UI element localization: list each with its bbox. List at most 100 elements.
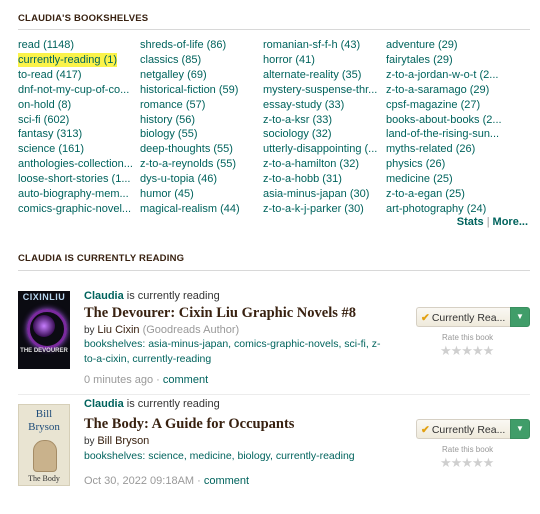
shelf-link[interactable]: deep-thoughts (55)	[140, 142, 233, 156]
timestamp[interactable]: Oct 30, 2022 09:18AM	[84, 475, 194, 487]
shelf-link[interactable]: alternate-reality (35)	[263, 68, 361, 82]
rate-label-1: Rate this book	[442, 333, 494, 342]
by-label: by	[84, 436, 98, 447]
shelf-link[interactable]: horror (41)	[263, 53, 315, 67]
meta-dot: ·	[194, 475, 204, 487]
shelf-link[interactable]: z-to-a-egan (25)	[386, 187, 465, 201]
dropdown-arrow-icon[interactable]: ▼	[510, 307, 530, 327]
currently-reading-rule	[18, 270, 530, 271]
shelf-link[interactable]: on-hold (8)	[18, 98, 71, 112]
bookshelves-2: bookshelves: science, medicine, biology,…	[84, 449, 384, 464]
status-line-1: Claudia is currently reading	[84, 290, 220, 302]
shelf-link[interactable]: anthologies-collection...	[18, 157, 133, 171]
shelf-link[interactable]: comics-graphic-novel...	[18, 202, 131, 216]
shelf-link[interactable]: sociology (32)	[263, 127, 331, 141]
rate-label-2: Rate this book	[442, 445, 494, 454]
book-cover-the-body[interactable]: Bill Bryson The Body	[18, 404, 70, 486]
bookshelves-label: bookshelves:	[84, 338, 149, 350]
shelf-link[interactable]: z-to-a-ksr (33)	[263, 113, 332, 127]
author-link[interactable]: Liu Cixin	[97, 324, 139, 336]
shelf-link[interactable]: z-to-a-jordan-w-o-t (2...	[386, 68, 498, 82]
shelf-link[interactable]: romanian-sf-f-h (43)	[263, 38, 360, 52]
book-cover-devourer[interactable]: CIXINLIU THE DEVOURER	[18, 291, 70, 369]
shelf-link[interactable]: classics (85)	[140, 53, 201, 67]
meta-1: 0 minutes ago · comment	[84, 374, 208, 386]
shelf-link[interactable]: loose-short-stories (1...	[18, 172, 130, 186]
bookshelves-header: CLAUDIA'S BOOKSHELVES	[18, 13, 149, 24]
cover-subtitle-text: THE DEVOURER	[20, 348, 68, 354]
cover-glow-graphic	[33, 315, 55, 337]
shelf-link[interactable]: dnf-not-my-cup-of-co...	[18, 83, 129, 97]
shelf-link[interactable]: magical-realism (44)	[140, 202, 240, 216]
stats-separator: |	[486, 216, 490, 228]
meta-2: Oct 30, 2022 09:18AM · comment	[84, 475, 249, 487]
star-rating-1[interactable]: ★★★★★	[440, 343, 494, 359]
comment-link[interactable]: comment	[204, 475, 249, 487]
star-rating-2[interactable]: ★★★★★	[440, 455, 494, 471]
book-divider	[18, 394, 530, 395]
shelf-link[interactable]: mystery-suspense-thr...	[263, 83, 377, 97]
shelf-link[interactable]: netgalley (69)	[140, 68, 207, 82]
shelf-link[interactable]: fairytales (29)	[386, 53, 453, 67]
byline-1: by Liu Cixin (Goodreads Author)	[84, 324, 239, 336]
shelf-link[interactable]: historical-fiction (59)	[140, 83, 238, 97]
bookshelves-list[interactable]: science, medicine, biology, currently-re…	[148, 450, 354, 462]
meta-dot: ·	[153, 374, 163, 386]
check-icon: ✔	[421, 424, 430, 436]
button-label: Currently Rea...	[431, 312, 506, 324]
author-link[interactable]: Bill Bryson	[97, 435, 149, 447]
status-line-2: Claudia is currently reading	[84, 398, 220, 410]
shelf-link[interactable]: z-to-a-saramago (29)	[386, 83, 489, 97]
shelf-link[interactable]: essay-study (33)	[263, 98, 344, 112]
shelf-link[interactable]: dys-u-topia (46)	[140, 172, 217, 186]
dropdown-arrow-icon[interactable]: ▼	[510, 419, 530, 439]
shelf-link[interactable]: currently-reading (1)	[18, 52, 118, 67]
shelf-link[interactable]: myths-related (26)	[386, 142, 475, 156]
shelf-link[interactable]: z-to-a-hamilton (32)	[263, 157, 359, 171]
shelf-link[interactable]: auto-biography-mem...	[18, 187, 129, 201]
shelf-link[interactable]: art-photography (24)	[386, 202, 486, 216]
shelf-link[interactable]: humor (45)	[140, 187, 194, 201]
shelf-link[interactable]: land-of-the-rising-sun...	[386, 127, 499, 141]
shelf-link[interactable]: utterly-disappointing (...	[263, 142, 377, 156]
user-link[interactable]: Claudia	[84, 290, 124, 302]
shelf-link[interactable]: books-about-books (2...	[386, 113, 502, 127]
author-note: (Goodreads Author)	[139, 324, 240, 336]
cover-author-first: Bill	[35, 408, 53, 420]
shelf-link[interactable]: medicine (25)	[386, 172, 453, 186]
shelf-link[interactable]: romance (57)	[140, 98, 205, 112]
currently-reading-header: CLAUDIA IS CURRENTLY READING	[18, 253, 185, 264]
shelf-link[interactable]: sci-fi (602)	[18, 113, 69, 127]
shelf-link[interactable]: physics (26)	[386, 157, 445, 171]
stats-links: Stats | More...	[457, 216, 528, 228]
cover-title-text: CIXINLIU	[22, 292, 66, 302]
cover-figure-graphic	[33, 440, 57, 472]
shelf-link[interactable]: to-read (417)	[18, 68, 82, 82]
shelf-button-1: ✔ Currently Rea... ▼	[416, 307, 530, 329]
by-label: by	[84, 325, 98, 336]
shelf-link[interactable]: fantasy (313)	[18, 127, 82, 141]
shelf-link[interactable]: read (1148)	[18, 38, 74, 52]
shelf-link[interactable]: shreds-of-life (86)	[140, 38, 226, 52]
shelf-link[interactable]: cpsf-magazine (27)	[386, 98, 480, 112]
comment-link[interactable]: comment	[163, 374, 208, 386]
user-link[interactable]: Claudia	[84, 398, 124, 410]
shelf-link[interactable]: z-to-a-k-j-parker (30)	[263, 202, 364, 216]
book-title-2[interactable]: The Body: A Guide for Occupants	[84, 416, 294, 433]
header-rule	[18, 29, 530, 30]
status-text: is currently reading	[123, 398, 220, 410]
currently-reading-button[interactable]: ✔ Currently Rea...	[416, 307, 510, 327]
more-link[interactable]: More...	[493, 216, 528, 228]
currently-reading-button[interactable]: ✔ Currently Rea...	[416, 419, 510, 439]
stats-link[interactable]: Stats	[457, 216, 484, 228]
shelf-link[interactable]: adventure (29)	[386, 38, 458, 52]
shelf-link[interactable]: science (161)	[18, 142, 84, 156]
check-icon: ✔	[421, 312, 430, 324]
shelf-link[interactable]: z-to-a-hobb (31)	[263, 172, 342, 186]
shelf-link[interactable]: biology (55)	[140, 127, 197, 141]
shelf-link[interactable]: asia-minus-japan (30)	[263, 187, 369, 201]
book-title-1[interactable]: The Devourer: Cixin Liu Graphic Novels #…	[84, 305, 356, 322]
timestamp[interactable]: 0 minutes ago	[84, 374, 153, 386]
shelf-link[interactable]: z-to-a-reynolds (55)	[140, 157, 236, 171]
shelf-link[interactable]: history (56)	[140, 113, 195, 127]
